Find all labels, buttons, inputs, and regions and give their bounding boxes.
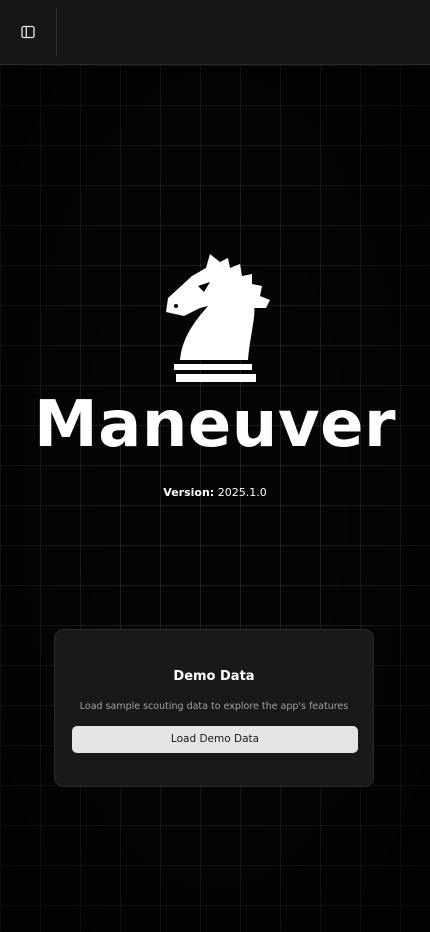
demo-data-card: Demo Data Load sample scouting data to e…: [54, 629, 374, 787]
top-bar: [0, 0, 430, 65]
demo-card-title: Demo Data: [173, 669, 255, 684]
chess-knight-icon: [166, 254, 270, 382]
load-demo-data-button[interactable]: Load Demo Data: [72, 726, 358, 753]
sidebar-toggle-button[interactable]: [8, 12, 48, 52]
app-page: Maneuver Version: 2025.1.0 Demo Data Loa…: [0, 0, 430, 932]
demo-card-description: Load sample scouting data to explore the…: [79, 701, 349, 712]
topbar-divider: [56, 8, 57, 56]
main-content: Maneuver Version: 2025.1.0 Demo Data Loa…: [0, 65, 430, 932]
version-label: Version:: [163, 486, 215, 499]
version-value: 2025.1.0: [217, 486, 267, 499]
version-text: Version: 2025.1.0: [0, 485, 430, 501]
app-title: Maneuver: [33, 388, 397, 462]
sidebar-panel-icon: [21, 25, 35, 39]
